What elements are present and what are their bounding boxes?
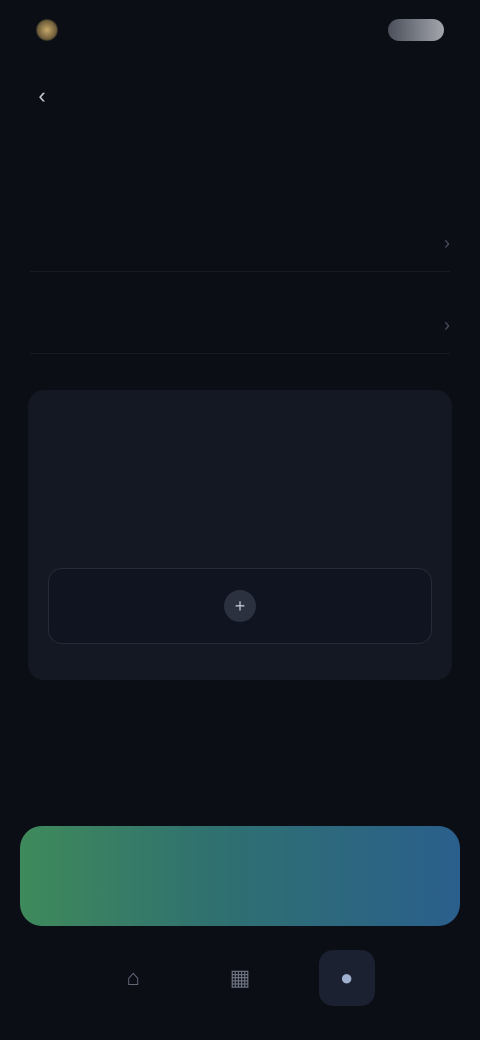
info-card: + [28,390,452,680]
card-text [48,414,432,438]
primary-button[interactable] [20,826,460,926]
grid-icon[interactable]: ▦ [212,950,268,1006]
chevron-left-icon[interactable]: ‹ [28,82,56,110]
status-left [36,19,68,41]
status-bar [0,0,480,60]
notification-icon [36,19,58,41]
home-icon[interactable]: ⌂ [105,950,161,1006]
header: ‹ [0,70,480,122]
add-button[interactable]: + [48,568,432,644]
settings-row[interactable]: › [30,298,450,354]
chevron-right-icon: › [444,315,450,335]
chevron-right-icon: › [444,233,450,253]
settings-row[interactable]: › [30,216,450,272]
bottom-nav: ⌂ ▦ ● [0,938,480,1018]
battery-icon [388,19,444,41]
plus-icon: + [224,590,256,622]
profile-icon[interactable]: ● [318,950,375,1006]
